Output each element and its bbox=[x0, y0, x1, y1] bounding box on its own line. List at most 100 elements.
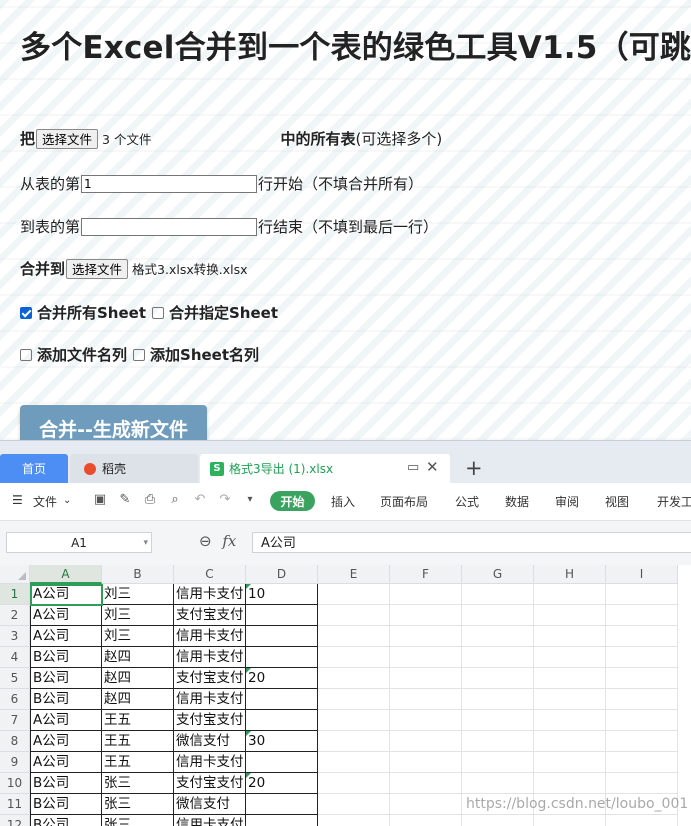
row-header[interactable]: 2 bbox=[0, 605, 30, 626]
table-cell[interactable]: 微信支付 bbox=[174, 731, 246, 752]
table-cell[interactable]: 支付宝支付 bbox=[174, 773, 246, 794]
table-cell[interactable] bbox=[606, 584, 678, 605]
tab-home[interactable]: 首页 bbox=[0, 454, 68, 483]
table-cell[interactable] bbox=[534, 626, 606, 647]
table-cell[interactable]: 信用卡支付 bbox=[174, 626, 246, 647]
table-cell[interactable] bbox=[318, 605, 390, 626]
table-cell[interactable] bbox=[246, 689, 318, 710]
end-row-input[interactable] bbox=[81, 217, 258, 236]
menu-review[interactable]: 审阅 bbox=[555, 493, 579, 510]
zoom-search-icon[interactable]: ⊖ bbox=[199, 532, 212, 550]
column-header-h[interactable]: H bbox=[534, 565, 606, 584]
table-cell[interactable] bbox=[390, 647, 462, 668]
column-header-e[interactable]: E bbox=[318, 565, 390, 584]
table-cell[interactable] bbox=[390, 773, 462, 794]
quick-access-more-icon[interactable]: ▾ bbox=[243, 493, 257, 507]
table-cell[interactable] bbox=[246, 710, 318, 731]
table-cell[interactable]: 刘三 bbox=[102, 626, 174, 647]
table-cell[interactable] bbox=[534, 815, 606, 826]
table-cell[interactable]: 支付宝支付 bbox=[174, 710, 246, 731]
column-header-b[interactable]: B bbox=[102, 565, 174, 584]
fx-icon[interactable]: fx bbox=[222, 532, 236, 550]
print-preview-icon[interactable]: ⌕ bbox=[168, 493, 182, 507]
table-cell[interactable]: B公司 bbox=[30, 647, 102, 668]
menu-insert[interactable]: 插入 bbox=[331, 493, 355, 510]
table-cell[interactable] bbox=[462, 668, 534, 689]
table-cell[interactable]: 刘三 bbox=[102, 605, 174, 626]
table-cell[interactable] bbox=[534, 773, 606, 794]
table-cell[interactable] bbox=[390, 668, 462, 689]
table-cell[interactable] bbox=[246, 626, 318, 647]
table-cell[interactable] bbox=[534, 710, 606, 731]
table-cell[interactable] bbox=[390, 689, 462, 710]
format-painter-icon[interactable]: ✎ bbox=[118, 493, 132, 507]
table-cell[interactable] bbox=[606, 626, 678, 647]
table-cell[interactable] bbox=[318, 626, 390, 647]
table-cell[interactable]: A公司 bbox=[30, 626, 102, 647]
table-cell[interactable]: A公司 bbox=[30, 752, 102, 773]
table-cell[interactable] bbox=[246, 647, 318, 668]
table-cell[interactable] bbox=[606, 731, 678, 752]
row-header[interactable]: 5 bbox=[0, 668, 30, 689]
table-cell[interactable] bbox=[390, 752, 462, 773]
table-cell[interactable]: 张三 bbox=[102, 815, 174, 826]
menu-start[interactable]: 开始 bbox=[270, 491, 315, 511]
table-cell[interactable]: 10 bbox=[246, 584, 318, 605]
table-cell[interactable]: B公司 bbox=[30, 668, 102, 689]
chevron-down-icon[interactable]: ⌄ bbox=[63, 495, 71, 506]
table-cell[interactable]: 20 bbox=[246, 668, 318, 689]
table-cell[interactable] bbox=[534, 752, 606, 773]
target-file-button[interactable]: 选择文件 bbox=[66, 258, 129, 279]
column-header-c[interactable]: C bbox=[174, 565, 246, 584]
menu-formula[interactable]: 公式 bbox=[455, 493, 479, 510]
table-cell[interactable] bbox=[534, 605, 606, 626]
row-header[interactable]: 4 bbox=[0, 647, 30, 668]
formula-input[interactable]: A公司 bbox=[252, 532, 691, 553]
row-header[interactable]: 1 bbox=[0, 584, 30, 605]
table-cell[interactable] bbox=[390, 731, 462, 752]
table-cell[interactable] bbox=[462, 584, 534, 605]
table-cell[interactable] bbox=[246, 752, 318, 773]
table-cell[interactable] bbox=[318, 752, 390, 773]
table-cell[interactable]: 张三 bbox=[102, 773, 174, 794]
table-cell[interactable]: 信用卡支付 bbox=[174, 584, 246, 605]
table-cell[interactable]: 王五 bbox=[102, 731, 174, 752]
tab-daoke[interactable]: 稻壳 bbox=[70, 454, 198, 483]
start-row-input[interactable] bbox=[81, 174, 258, 193]
table-cell[interactable]: 20 bbox=[246, 773, 318, 794]
undo-icon[interactable]: ↶ bbox=[193, 493, 207, 507]
window-restore-icon[interactable]: ▭ bbox=[407, 460, 419, 475]
name-box[interactable]: A1 ▾ bbox=[6, 532, 152, 553]
row-header[interactable]: 6 bbox=[0, 689, 30, 710]
table-cell[interactable] bbox=[606, 773, 678, 794]
table-cell[interactable]: 支付宝支付 bbox=[174, 605, 246, 626]
table-cell[interactable] bbox=[606, 689, 678, 710]
row-header[interactable]: 9 bbox=[0, 752, 30, 773]
table-cell[interactable] bbox=[390, 815, 462, 826]
table-cell[interactable] bbox=[390, 584, 462, 605]
save-icon[interactable]: ▣ bbox=[93, 493, 107, 507]
table-cell[interactable]: B公司 bbox=[30, 773, 102, 794]
table-cell[interactable] bbox=[318, 689, 390, 710]
menu-developer[interactable]: 开发工 bbox=[657, 493, 691, 510]
column-header-f[interactable]: F bbox=[390, 565, 462, 584]
table-cell[interactable]: B公司 bbox=[30, 689, 102, 710]
table-cell[interactable] bbox=[534, 584, 606, 605]
new-tab-button[interactable]: + bbox=[465, 454, 483, 482]
add-filename-column-checkbox[interactable] bbox=[20, 348, 32, 361]
table-cell[interactable]: 信用卡支付 bbox=[174, 815, 246, 826]
table-cell[interactable] bbox=[390, 710, 462, 731]
column-header-a[interactable]: A bbox=[30, 565, 102, 584]
table-cell[interactable] bbox=[318, 815, 390, 826]
table-cell[interactable]: 信用卡支付 bbox=[174, 752, 246, 773]
table-cell[interactable]: 张三 bbox=[102, 794, 174, 815]
table-cell[interactable] bbox=[390, 626, 462, 647]
menu-page-layout[interactable]: 页面布局 bbox=[380, 493, 428, 510]
table-cell[interactable] bbox=[462, 689, 534, 710]
table-cell[interactable]: 30 bbox=[246, 731, 318, 752]
table-cell[interactable] bbox=[462, 605, 534, 626]
row-header[interactable]: 8 bbox=[0, 731, 30, 752]
table-cell[interactable] bbox=[318, 731, 390, 752]
table-cell[interactable]: 信用卡支付 bbox=[174, 647, 246, 668]
row-header[interactable]: 10 bbox=[0, 773, 30, 794]
